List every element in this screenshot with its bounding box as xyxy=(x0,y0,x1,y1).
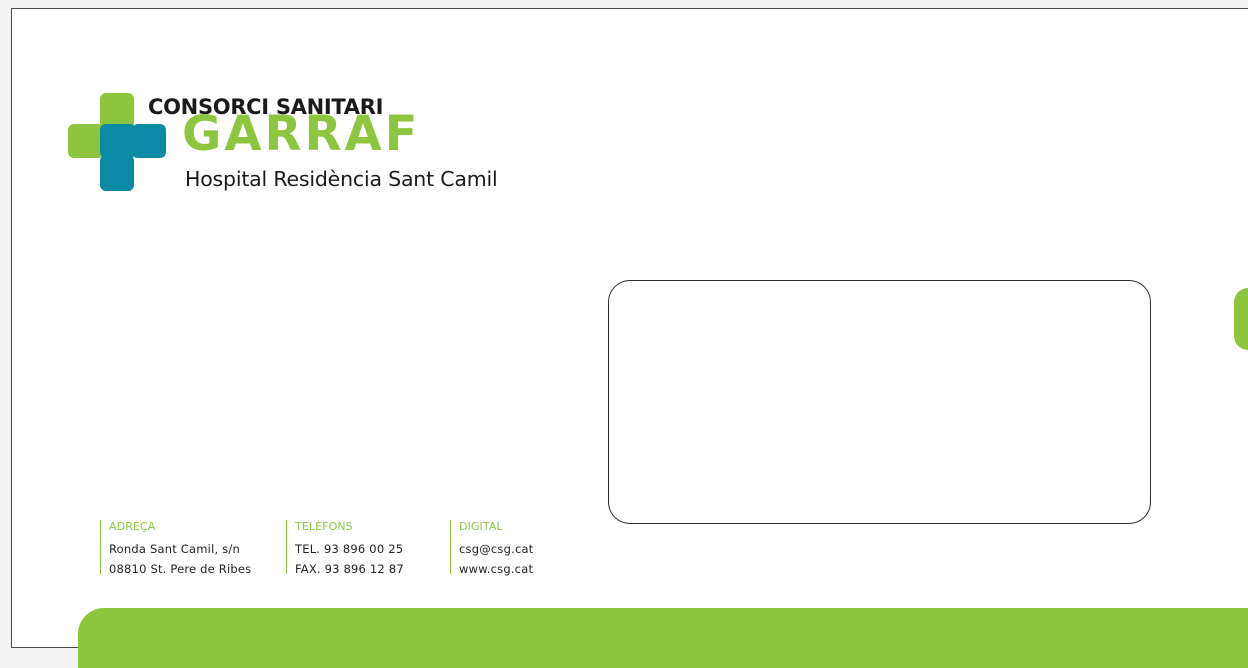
contact-website[interactable]: www.csg.cat xyxy=(459,559,533,579)
address-window xyxy=(608,280,1151,524)
logo: CONSORCI SANITARI GARRAF Hospital Residè… xyxy=(68,93,508,203)
contact-email[interactable]: csg@csg.cat xyxy=(459,539,533,559)
contact-label: DIGITAL xyxy=(459,520,503,533)
side-tab xyxy=(1234,288,1248,350)
contact-line: TEL. 93 896 00 25 xyxy=(295,542,404,556)
contact-phones: TELÈFONS TEL. 93 896 00 25 FAX. 93 896 1… xyxy=(286,520,404,576)
contact-line: 08810 St. Pere de Ribes xyxy=(109,562,252,576)
contact-address: ADREÇA Ronda Sant Camil, s/n 08810 St. P… xyxy=(100,520,251,576)
org-subtitle: Hospital Residència Sant Camil xyxy=(185,167,498,191)
bottom-band xyxy=(78,608,1248,668)
org-brand: GARRAF xyxy=(182,106,421,162)
contact-line: Ronda Sant Camil, s/n xyxy=(109,542,240,556)
contact-digital: DIGITAL csg@csg.cat www.csg.cat xyxy=(450,520,533,576)
contact-label: ADREÇA xyxy=(109,520,156,533)
contact-label: TELÈFONS xyxy=(295,520,353,533)
contact-line: FAX. 93 896 12 87 xyxy=(295,562,404,576)
